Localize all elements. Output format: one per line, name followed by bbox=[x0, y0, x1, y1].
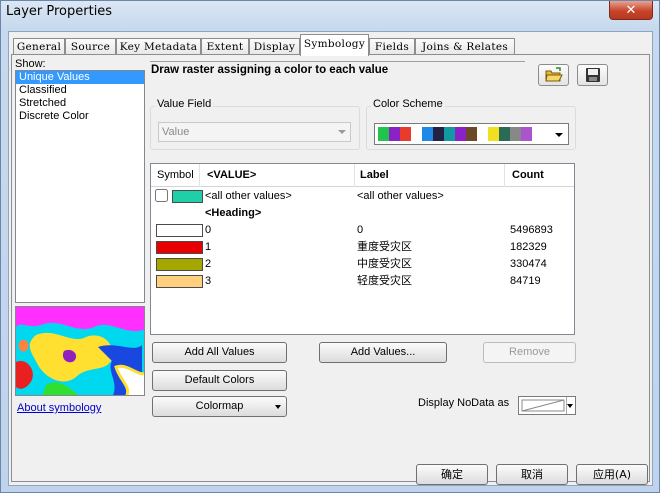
all-other-label: <all other values> bbox=[357, 190, 444, 202]
save-disk-icon bbox=[586, 68, 600, 82]
chevron-down-icon bbox=[567, 404, 573, 408]
color-ramp-swatch bbox=[389, 127, 400, 141]
renderer-preview-image bbox=[15, 306, 145, 396]
renderer-description: Draw raster assigning a color to each va… bbox=[150, 61, 525, 85]
chevron-down-icon bbox=[555, 133, 563, 137]
add-all-values-button[interactable]: Add All Values bbox=[152, 342, 287, 363]
all-other-checkbox[interactable] bbox=[155, 189, 168, 202]
row-value: 3 bbox=[205, 275, 212, 287]
color-ramp-swatch bbox=[444, 127, 455, 141]
row-symbol-2[interactable] bbox=[156, 258, 203, 271]
value-field-select-value: Value bbox=[162, 126, 190, 138]
layer-properties-window: Layer Properties ✕ General Source Key Me… bbox=[0, 0, 660, 493]
row-value: 2 bbox=[205, 258, 212, 270]
window-title: Layer Properties bbox=[6, 4, 113, 19]
row-label: 0 bbox=[357, 224, 364, 236]
row-label: 轻度受灾区 bbox=[357, 275, 412, 287]
color-ramp-swatch bbox=[521, 127, 532, 141]
colormap-button[interactable]: Colormap bbox=[152, 396, 287, 417]
color-scheme-select[interactable] bbox=[374, 123, 569, 145]
table-row-all-other[interactable]: <all other values> <all other values> bbox=[151, 188, 574, 205]
all-other-value: <all other values> bbox=[205, 190, 292, 202]
add-values-button[interactable]: Add Values... bbox=[319, 342, 447, 363]
table-row-heading[interactable]: <Heading> bbox=[151, 205, 574, 222]
cancel-button[interactable]: 取消 bbox=[496, 464, 568, 485]
default-colors-button[interactable]: Default Colors bbox=[152, 370, 287, 391]
tab-symbology[interactable]: Symbology bbox=[300, 34, 369, 56]
row-symbol-3[interactable] bbox=[156, 275, 203, 288]
nodata-color-picker[interactable] bbox=[518, 396, 576, 415]
color-ramp-swatch bbox=[433, 127, 444, 141]
value-field-select[interactable]: Value bbox=[158, 122, 351, 142]
color-ramp-swatch bbox=[378, 127, 389, 141]
all-other-symbol[interactable] bbox=[172, 190, 203, 203]
nodata-label: Display NoData as bbox=[418, 397, 510, 409]
header-count[interactable]: Count bbox=[505, 164, 575, 187]
row-symbol-1[interactable] bbox=[156, 241, 203, 254]
header-label[interactable]: Label bbox=[355, 164, 505, 187]
color-ramp-swatch bbox=[466, 127, 477, 141]
color-ramp-swatch bbox=[488, 127, 499, 141]
about-symbology-link[interactable]: About symbology bbox=[17, 402, 101, 414]
row-symbol-0[interactable] bbox=[156, 224, 203, 237]
heading-text: <Heading> bbox=[205, 207, 262, 219]
renderer-item-discrete-color[interactable]: Discrete Color bbox=[16, 110, 144, 123]
title-bar[interactable]: Layer Properties ✕ bbox=[1, 1, 659, 25]
table-row[interactable]: 0 0 5496893 bbox=[151, 222, 574, 239]
renderer-item-unique-values[interactable]: Unique Values bbox=[16, 71, 144, 84]
color-ramp-swatch bbox=[499, 127, 510, 141]
dialog-client: General Source Key Metadata Extent Displ… bbox=[8, 31, 653, 486]
close-button[interactable]: ✕ bbox=[609, 1, 653, 20]
open-folder-icon bbox=[545, 67, 563, 82]
table-row[interactable]: 1 重度受灾区 182329 bbox=[151, 239, 574, 256]
renderer-description-text: Draw raster assigning a color to each va… bbox=[151, 64, 389, 76]
apply-button[interactable]: 应用(A) bbox=[576, 464, 648, 485]
open-layer-file-button[interactable] bbox=[538, 64, 569, 86]
table-header: Symbol <VALUE> Label Count bbox=[151, 164, 574, 187]
color-ramp-swatch bbox=[400, 127, 411, 141]
header-symbol[interactable]: Symbol bbox=[151, 164, 200, 187]
table-row[interactable]: 3 轻度受灾区 84719 bbox=[151, 273, 574, 290]
colormap-button-label: Colormap bbox=[195, 400, 244, 412]
symbology-panel: Show: Unique Values Classified Stretched… bbox=[11, 54, 650, 482]
no-color-swatch-icon bbox=[521, 399, 565, 412]
preview-graphic bbox=[16, 307, 144, 395]
renderer-item-stretched[interactable]: Stretched bbox=[16, 97, 144, 110]
remove-button[interactable]: Remove bbox=[483, 342, 576, 363]
value-field-label: Value Field bbox=[155, 98, 214, 110]
chevron-down-icon bbox=[338, 130, 346, 134]
color-ramp-swatch bbox=[510, 127, 521, 141]
row-count: 84719 bbox=[510, 275, 541, 287]
color-ramp-swatch bbox=[477, 127, 488, 141]
table-row[interactable]: 2 中度受灾区 330474 bbox=[151, 256, 574, 273]
row-count: 5496893 bbox=[510, 224, 553, 236]
show-label: Show: bbox=[15, 58, 46, 70]
nodata-dropdown[interactable] bbox=[566, 397, 575, 414]
color-ramp-swatch bbox=[411, 127, 422, 141]
row-value: 0 bbox=[205, 224, 212, 236]
header-value[interactable]: <VALUE> bbox=[200, 164, 355, 187]
dropdown-arrow-icon bbox=[275, 405, 281, 409]
unique-values-table[interactable]: Symbol <VALUE> Label Count <all other va… bbox=[150, 163, 575, 335]
row-count: 330474 bbox=[510, 258, 547, 270]
color-ramp-swatch bbox=[422, 127, 433, 141]
row-label: 重度受灾区 bbox=[357, 241, 412, 253]
color-scheme-label: Color Scheme bbox=[371, 98, 445, 110]
save-layer-file-button[interactable] bbox=[577, 64, 608, 86]
row-value: 1 bbox=[205, 241, 212, 253]
color-ramp-swatch bbox=[455, 127, 466, 141]
ok-button[interactable]: 确定 bbox=[416, 464, 488, 485]
row-label: 中度受灾区 bbox=[357, 258, 412, 270]
renderer-item-classified[interactable]: Classified bbox=[16, 84, 144, 97]
renderer-list[interactable]: Unique Values Classified Stretched Discr… bbox=[15, 70, 145, 303]
row-count: 182329 bbox=[510, 241, 547, 253]
